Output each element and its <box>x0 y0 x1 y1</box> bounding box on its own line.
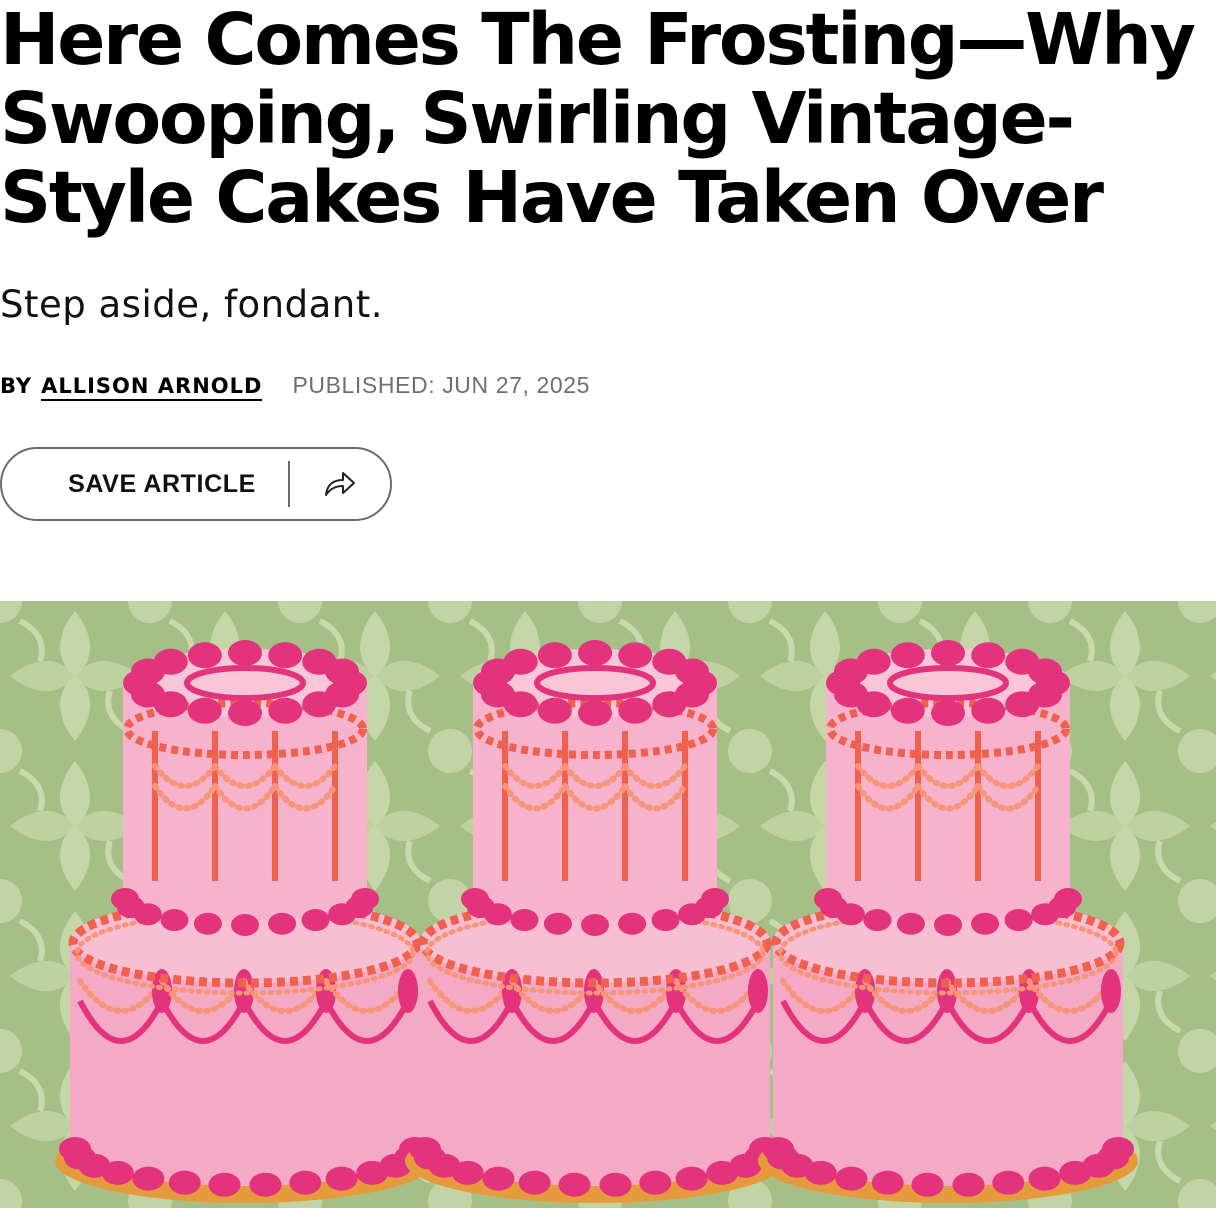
article-dek: Step aside, fondant. <box>0 283 383 326</box>
hero-cakes-illustration <box>0 601 1216 1208</box>
share-button[interactable] <box>290 449 390 519</box>
headline-line: Swooping, Swirling Vintage- <box>0 77 1075 160</box>
published-date: PUBLISHED: JUN 27, 2025 <box>292 372 591 398</box>
headline-line: Here Comes The Frosting—Why <box>0 0 1196 81</box>
article-actions: SAVE ARTICLE <box>0 447 392 521</box>
byline-by-label: BY <box>0 374 33 398</box>
headline-line: Style Cakes Have Taken Over <box>0 156 1104 239</box>
author-link[interactable]: ALLISON ARNOLD <box>41 374 263 401</box>
hero-image <box>0 601 1216 1208</box>
article-headline: Here Comes The Frosting—Why Swooping, Sw… <box>0 0 1216 237</box>
save-article-button[interactable]: SAVE ARTICLE <box>2 449 288 519</box>
byline: BY ALLISON ARNOLD PUBLISHED: JUN 27, 202… <box>0 372 590 402</box>
share-arrow-icon <box>325 472 355 496</box>
